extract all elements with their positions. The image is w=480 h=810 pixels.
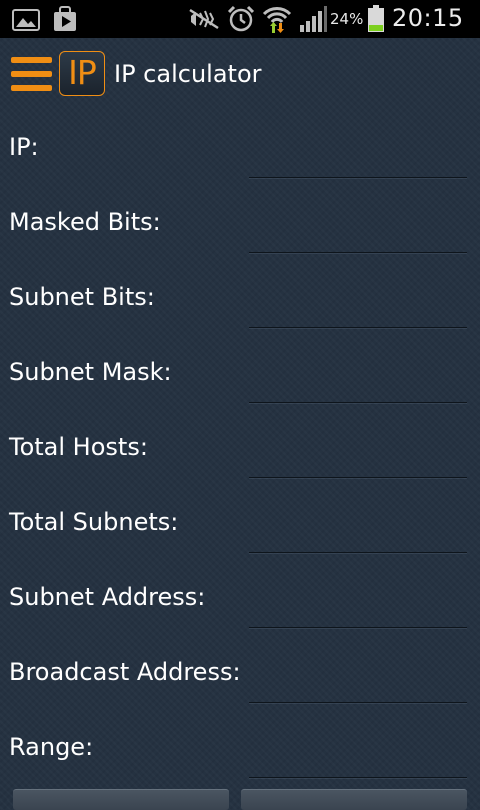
total-hosts-label: Total Hosts: <box>9 433 148 461</box>
mute-icon <box>188 8 220 34</box>
subnet-mask-input[interactable] <box>249 357 467 403</box>
gallery-icon <box>12 9 40 35</box>
ip-input[interactable] <box>249 132 467 178</box>
masked-bits-input[interactable] <box>249 207 467 253</box>
range-input[interactable] <box>249 732 467 778</box>
range-label: Range: <box>9 733 94 761</box>
action-bar: IP IP calculator <box>0 38 480 112</box>
range-row: Range: <box>0 712 480 787</box>
total-hosts-input[interactable] <box>249 432 467 478</box>
subnet-bits-row: Subnet Bits: <box>0 262 480 337</box>
masked-bits-row: Masked Bits: <box>0 187 480 262</box>
status-bar: 24% 20:15 <box>0 0 480 38</box>
subnet-address-input[interactable] <box>249 582 467 628</box>
hamburger-menu-icon[interactable] <box>11 57 53 93</box>
status-clock: 20:15 <box>392 4 464 32</box>
app-title: IP calculator <box>114 60 262 88</box>
subnet-address-label: Subnet Address: <box>9 583 206 611</box>
alarm-icon <box>227 5 255 37</box>
wifi-icon <box>262 5 292 37</box>
total-hosts-row: Total Hosts: <box>0 412 480 487</box>
broadcast-address-label: Broadcast Address: <box>9 658 241 686</box>
subnet-bits-input[interactable] <box>249 282 467 328</box>
signal-icon <box>298 5 328 37</box>
ip-label: IP: <box>9 133 39 161</box>
total-subnets-label: Total Subnets: <box>9 508 179 536</box>
ip-row: IP: <box>0 112 480 187</box>
masked-bits-label: Masked Bits: <box>9 208 161 236</box>
play-store-icon <box>52 6 78 36</box>
subnet-mask-label: Subnet Mask: <box>9 358 172 386</box>
subnet-bits-label: Subnet Bits: <box>9 283 155 311</box>
broadcast-address-row: Broadcast Address: <box>0 637 480 712</box>
battery-percent: 24% <box>330 10 364 28</box>
broadcast-address-input[interactable] <box>249 657 467 703</box>
app-logo-icon: IP <box>59 51 105 96</box>
subnet-address-row: Subnet Address: <box>0 562 480 637</box>
battery-icon <box>367 5 385 37</box>
subnet-mask-row: Subnet Mask: <box>0 337 480 412</box>
total-subnets-input[interactable] <box>249 507 467 553</box>
total-subnets-row: Total Subnets: <box>0 487 480 562</box>
